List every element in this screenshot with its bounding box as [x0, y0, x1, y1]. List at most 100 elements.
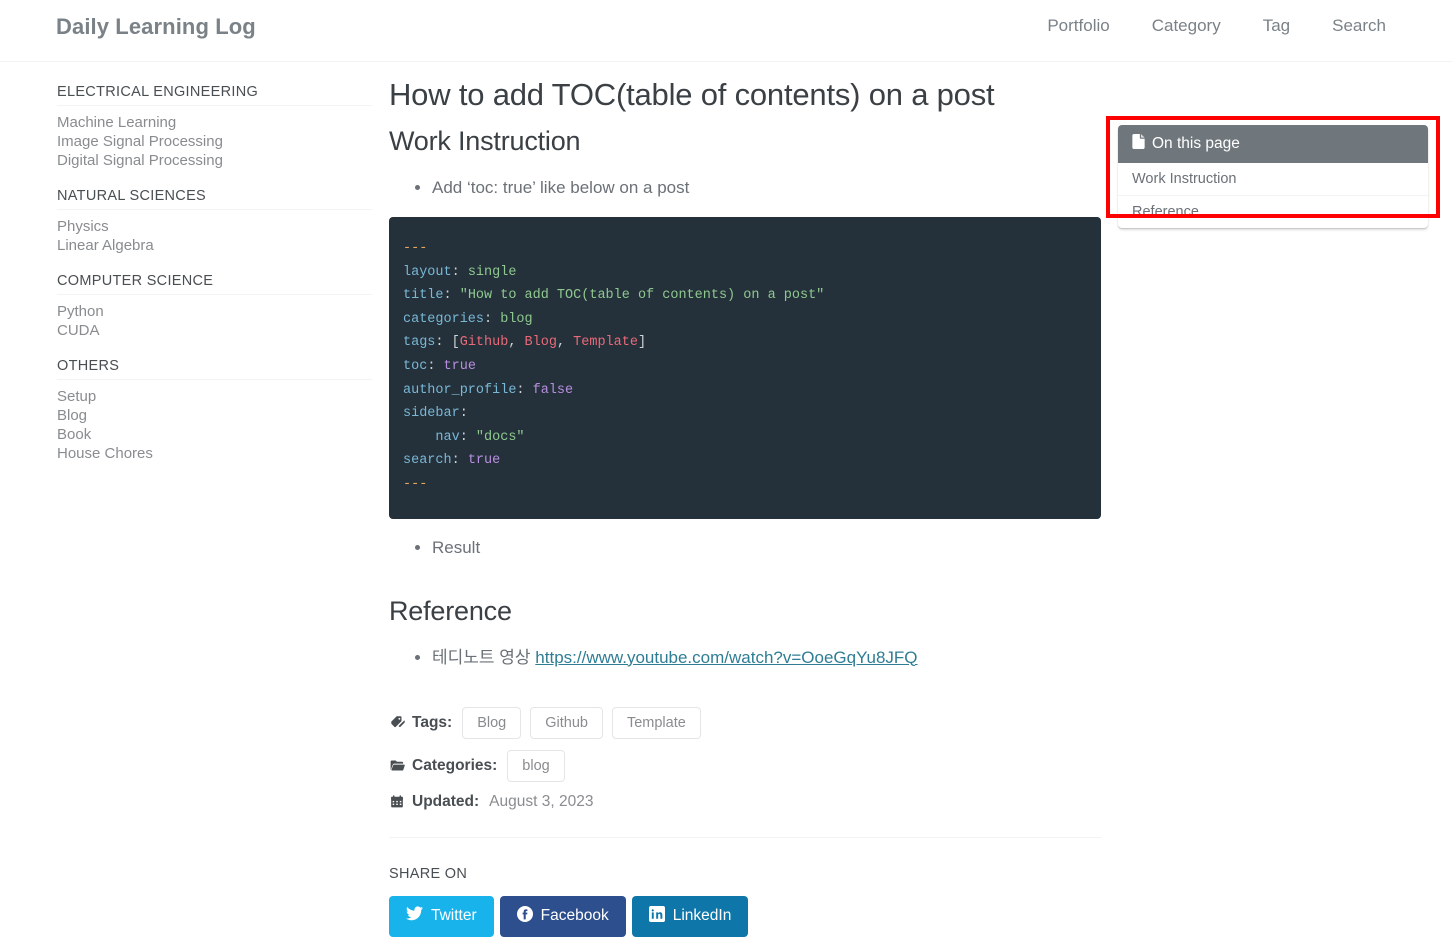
toc-header-label: On this page — [1152, 135, 1240, 152]
share-linkedin-label: LinkedIn — [672, 907, 732, 925]
sidebar-item-blog[interactable]: Blog — [57, 406, 372, 425]
code-token-search-key: search — [403, 453, 452, 469]
share-buttons: Twitter Facebook LinkedIn — [389, 895, 1101, 937]
twitter-icon — [406, 906, 423, 926]
code-token-tag-template: Template — [573, 335, 638, 351]
list-item: Result — [432, 533, 1101, 563]
sidebar-item-linear-algebra[interactable]: Linear Algebra — [57, 236, 372, 255]
code-token-categories-value: blog — [500, 311, 533, 327]
nav-item-portfolio[interactable]: Portfolio — [1026, 16, 1130, 36]
nav-group-computer-science: COMPUTER SCIENCE Python CUDA — [57, 273, 372, 340]
code-token-colon-bare: : — [459, 406, 468, 422]
sidebar-item-physics[interactable]: Physics — [57, 217, 372, 236]
tag-chip-blog[interactable]: Blog — [462, 706, 522, 739]
sidebar-item-setup[interactable]: Setup — [57, 387, 372, 406]
code-token-open-dashes: --- — [403, 241, 428, 256]
updated-row: Updated: August 3, 2023 — [389, 793, 1101, 811]
calendar-icon — [389, 794, 405, 809]
share-twitter-button[interactable]: Twitter — [389, 895, 494, 937]
nav-group-title: COMPUTER SCIENCE — [57, 273, 372, 295]
file-document-icon — [1132, 134, 1145, 154]
code-token-comma: , — [556, 335, 574, 351]
code-token-tag-github: Github — [459, 335, 509, 351]
sidebar-nav: ELECTRICAL ENGINEERING Machine Learning … — [57, 84, 372, 481]
result-list: Result — [389, 533, 1101, 563]
nav-group-others: OTHERS Setup Blog Book House Chores — [57, 358, 372, 463]
code-token-author-profile-key: author_profile — [403, 382, 517, 398]
nav-item-tag[interactable]: Tag — [1242, 16, 1311, 36]
on-this-page-region: On this page Work Instruction Reference — [1106, 116, 1440, 228]
nav-group-title: NATURAL SCIENCES — [57, 188, 372, 210]
work-instruction-list: Add ‘toc: true’ like below on a post — [389, 173, 1101, 203]
masthead: Daily Learning Log Portfolio Category Ta… — [0, 0, 1452, 62]
code-token-bracket-close: ] — [637, 335, 647, 351]
categories-label: Categories: — [412, 756, 498, 774]
code-token-categories-key: categories — [403, 311, 485, 327]
code-token-nav-value: "docs" — [475, 429, 525, 445]
code-token-search-value: true — [467, 453, 501, 469]
list-item: 테디노트 영상 https://www.youtube.com/watch?v=… — [432, 643, 1101, 673]
code-token-close-dashes: --- — [403, 476, 428, 492]
nav-item-category[interactable]: Category — [1131, 16, 1242, 36]
code-token-title-key: title — [403, 288, 444, 304]
categories-row: Categories: blog — [389, 749, 1101, 782]
sidebar-item-book[interactable]: Book — [57, 425, 372, 444]
sidebar-item-image-signal-processing[interactable]: Image Signal Processing — [57, 132, 372, 151]
reference-list: 테디노트 영상 https://www.youtube.com/watch?v=… — [389, 643, 1101, 673]
section-heading-reference: Reference — [389, 595, 512, 626]
share-twitter-label: Twitter — [431, 907, 477, 925]
sidebar-item-house-chores[interactable]: House Chores — [57, 444, 372, 463]
share-facebook-label: Facebook — [540, 907, 609, 925]
code-token-colon: : — [451, 264, 468, 280]
code-token-colon: : — [459, 429, 476, 445]
code-token-sidebar-key: sidebar — [403, 406, 460, 422]
table-of-contents: On this page Work Instruction Reference — [1118, 125, 1428, 228]
folder-open-icon — [389, 758, 405, 773]
nav-group-electrical-engineering: ELECTRICAL ENGINEERING Machine Learning … — [57, 84, 372, 170]
section-heading-work-instruction: Work Instruction — [389, 126, 581, 156]
sidebar-item-python[interactable]: Python — [57, 302, 372, 321]
toc-item-reference[interactable]: Reference — [1118, 196, 1428, 228]
youtube-reference-link[interactable]: https://www.youtube.com/watch?v=OoeGqYu8… — [535, 648, 917, 667]
sidebar-item-digital-signal-processing[interactable]: Digital Signal Processing — [57, 151, 372, 170]
code-token-toc-value: true — [443, 358, 476, 374]
nav-group-title: OTHERS — [57, 358, 372, 380]
sidebar-item-cuda[interactable]: CUDA — [57, 321, 372, 340]
updated-label: Updated: — [412, 792, 480, 810]
post-content: How to add TOC(table of contents) on a p… — [389, 72, 1101, 937]
toc-header: On this page — [1118, 125, 1428, 163]
linkedin-icon — [648, 905, 665, 927]
code-token-author-profile-value: false — [532, 382, 574, 398]
code-token-toc-key: toc — [403, 358, 428, 374]
sidebar-item-machine-learning[interactable]: Machine Learning — [57, 113, 372, 132]
updated-value: August 3, 2023 — [489, 792, 594, 810]
category-chip-blog[interactable]: blog — [507, 749, 565, 782]
code-token-title-value: "How to add TOC(table of contents) on a … — [459, 288, 825, 304]
post-meta: Tags: Blog Github Template Categories: b… — [389, 706, 1101, 811]
code-token-tags-key: tags — [403, 335, 436, 351]
code-token-layout-key: layout — [403, 264, 452, 280]
code-token-layout-value: single — [467, 264, 517, 280]
code-token-colon: : — [427, 358, 444, 374]
code-token-colon: : — [443, 288, 460, 304]
code-token-nav-key: nav — [435, 429, 460, 445]
primary-navigation: Portfolio Category Tag Search — [1026, 16, 1407, 36]
share-linkedin-button[interactable]: LinkedIn — [631, 895, 749, 937]
code-token-colon: : — [516, 382, 533, 398]
code-token-comma: , — [508, 335, 525, 351]
yaml-front-matter-code-block: --- layout: single title: "How to add TO… — [389, 217, 1101, 519]
code-token-bracket-open: [ — [451, 335, 460, 351]
code-token-colon: : — [451, 453, 468, 469]
tag-chip-template[interactable]: Template — [611, 706, 701, 739]
code-token-colon: : — [484, 311, 501, 327]
tag-chip-github[interactable]: Github — [530, 706, 603, 739]
share-on-label: SHARE ON — [389, 865, 468, 882]
site-title[interactable]: Daily Learning Log — [56, 14, 256, 40]
page-title: How to add TOC(table of contents) on a p… — [389, 77, 995, 112]
nav-group-title: ELECTRICAL ENGINEERING — [57, 84, 372, 106]
share-facebook-button[interactable]: Facebook — [499, 895, 626, 937]
list-item: Add ‘toc: true’ like below on a post — [432, 173, 1101, 203]
nav-item-search[interactable]: Search — [1311, 16, 1407, 36]
toc-item-work-instruction[interactable]: Work Instruction — [1118, 163, 1428, 196]
reference-prefix-text: 테디노트 영상 — [432, 647, 536, 667]
